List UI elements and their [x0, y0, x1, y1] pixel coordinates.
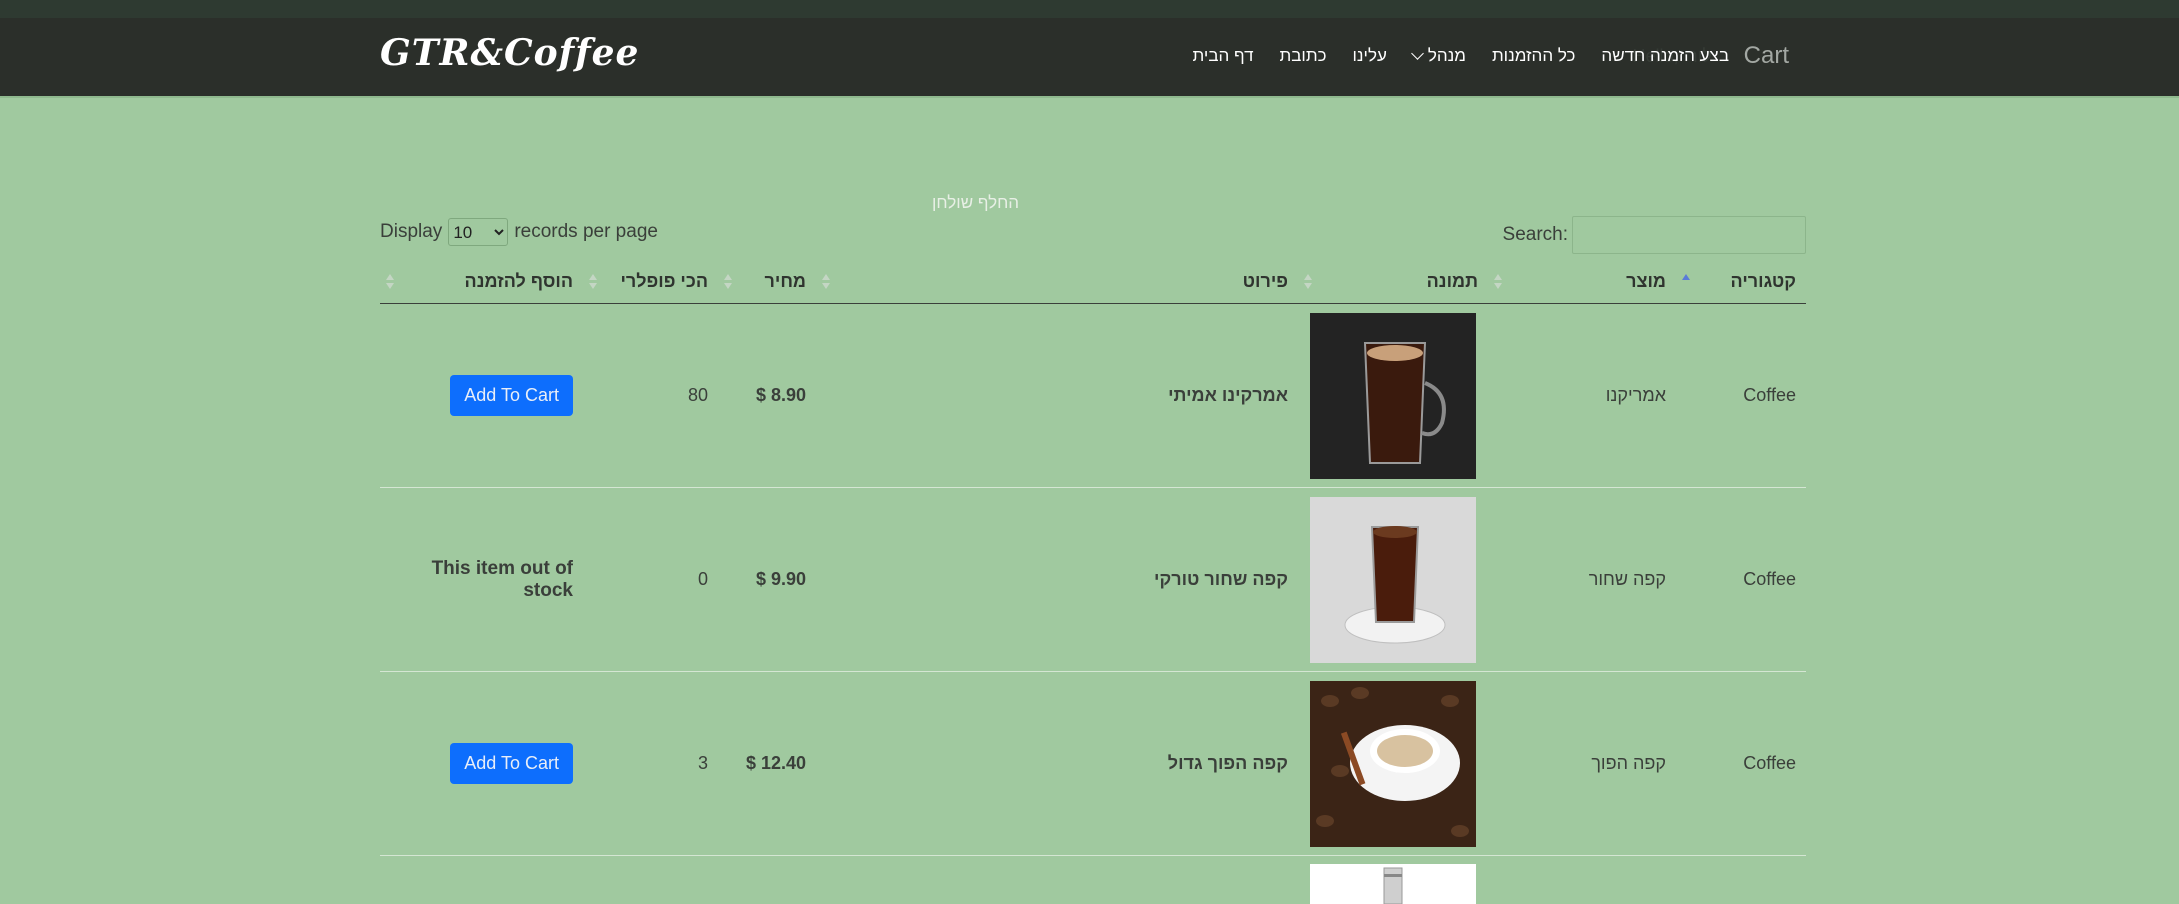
cell-image	[1298, 488, 1488, 672]
add-to-cart-button[interactable]: Add To Cart	[450, 743, 573, 784]
header-price-label: מחיר	[765, 271, 806, 291]
cell-popular: 80	[583, 304, 718, 488]
nav-admin-label: מנהל	[1428, 46, 1466, 65]
nav-all-orders[interactable]: כל ההזמנות	[1492, 46, 1575, 66]
americano-image	[1310, 313, 1476, 479]
nav-about[interactable]: עלינו	[1353, 46, 1387, 66]
header-product[interactable]: מוצר	[1488, 260, 1676, 304]
cell-price: 9.90 $	[718, 488, 816, 672]
toggle-table-link[interactable]: החלף שולחן	[932, 193, 1019, 213]
per-page-suffix: records per page	[514, 221, 658, 243]
header-category-label: קטגוריה	[1731, 271, 1796, 291]
cart-link[interactable]: Cart	[1744, 42, 1789, 70]
sort-icon	[1494, 274, 1502, 290]
sort-icon	[822, 274, 830, 290]
cell-product: קפה שחור	[1488, 488, 1676, 672]
header-image-label: תמונה	[1427, 271, 1478, 291]
table-row: Coffee קפה שחור קפה שחור טורקי 9.90 $ 0 …	[380, 488, 1806, 672]
header-category[interactable]: קטגוריה	[1676, 260, 1806, 304]
nav-links: דף הבית כתובת עלינו מנהל כל ההזמנות בצע …	[1167, 46, 1730, 66]
cell-action: Add To Cart	[380, 672, 583, 856]
nav-address[interactable]: כתובת	[1280, 46, 1327, 66]
search-label: Search:	[1503, 224, 1568, 246]
top-strip	[0, 0, 2179, 18]
cell-popular: 0	[583, 488, 718, 672]
sort-icon	[589, 274, 597, 290]
records-per-page-control: Display 10 records per page	[380, 218, 658, 246]
sort-icon	[386, 274, 394, 290]
header-add-label: הוסף להזמנה	[465, 271, 573, 291]
cell-product: קפה הפוך	[1488, 672, 1676, 856]
latte-image	[1310, 681, 1476, 847]
cell-category: Coffee	[1676, 672, 1806, 856]
header-image[interactable]: תמונה	[1298, 260, 1488, 304]
out-of-stock-text: This item out of stock	[432, 558, 573, 601]
table-header-row: קטגוריה מוצר תמונה פירוט מחיר הכי פופלרי…	[380, 260, 1806, 304]
cell-popular: 3	[583, 672, 718, 856]
bottle-image	[1310, 864, 1476, 904]
cell-product: אמריקנו	[1488, 304, 1676, 488]
header-description-label: פירוט	[1243, 271, 1288, 291]
add-to-cart-button[interactable]: Add To Cart	[450, 375, 573, 416]
header-product-label: מוצר	[1626, 271, 1666, 291]
table-row	[380, 856, 1806, 904]
table-row: Coffee קפה הפוך קפה הפוך גדול 12.40 $ 3	[380, 672, 1806, 856]
cell-description: אמרקינו אמיתי	[816, 304, 1298, 488]
cell-description: קפה שחור טורקי	[816, 488, 1298, 672]
sort-icon	[724, 274, 732, 290]
cell-action: This item out of stock	[380, 488, 583, 672]
cell-price: 8.90 $	[718, 304, 816, 488]
nav-admin-dropdown[interactable]: מנהל	[1413, 46, 1466, 66]
chevron-down-icon	[1411, 47, 1424, 60]
search-control: Search:	[1503, 216, 1806, 254]
cell-description: קפה הפוך גדול	[816, 672, 1298, 856]
search-input[interactable]	[1572, 216, 1806, 254]
per-page-select[interactable]: 10	[448, 218, 508, 246]
cell-price: 12.40 $	[718, 672, 816, 856]
display-label: Display	[380, 221, 442, 243]
cell-image	[1298, 856, 1488, 904]
header-add-to-order[interactable]: הוסף להזמנה	[380, 260, 583, 304]
header-popular-label: הכי פופלרי	[620, 271, 708, 291]
cell-category: Coffee	[1676, 304, 1806, 488]
sort-icon	[1304, 274, 1312, 290]
cell-category: Coffee	[1676, 488, 1806, 672]
cell-action: Add To Cart	[380, 304, 583, 488]
products-table: קטגוריה מוצר תמונה פירוט מחיר הכי פופלרי…	[380, 260, 1806, 904]
sort-asc-icon	[1682, 274, 1690, 290]
cell-image	[1298, 304, 1488, 488]
brand-logo[interactable]: GTR&Coffee	[380, 32, 639, 74]
header-description[interactable]: פירוט	[816, 260, 1298, 304]
turkish-coffee-image	[1310, 497, 1476, 663]
header-popular[interactable]: הכי פופלרי	[583, 260, 718, 304]
nav-home[interactable]: דף הבית	[1193, 46, 1254, 66]
table-row: Coffee אמריקנו אמרקינו אמיתי 8.90 $ 80 A…	[380, 304, 1806, 488]
nav-new-order[interactable]: בצע הזמנה חדשה	[1601, 46, 1729, 66]
header-price[interactable]: מחיר	[718, 260, 816, 304]
cell-image	[1298, 672, 1488, 856]
navbar: GTR&Coffee Hello, לורי דף הבית כתובת עלי…	[0, 18, 2179, 96]
